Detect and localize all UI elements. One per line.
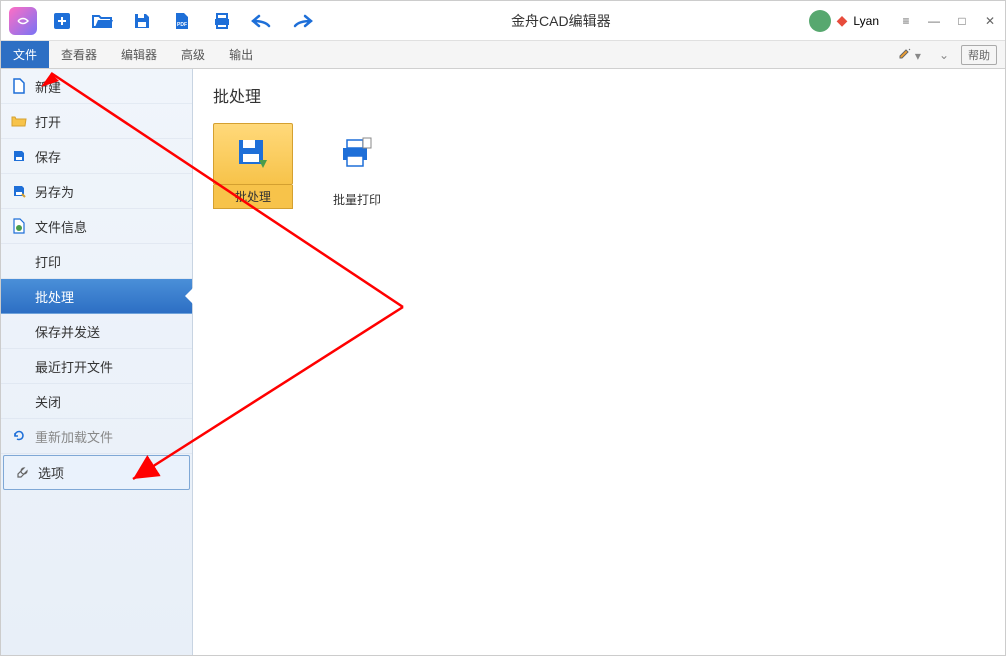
content-title: 批处理 bbox=[213, 83, 985, 107]
batch-print-icon bbox=[317, 123, 397, 185]
menubar: 文件 查看器 编辑器 高级 输出 ▾ ⌄ 帮助 bbox=[1, 41, 1005, 69]
reload-icon bbox=[11, 428, 27, 444]
file-new-icon bbox=[11, 78, 27, 94]
tile-grid: 批处理 批量打印 bbox=[213, 123, 985, 209]
sidebar-item-savesend[interactable]: 保存并发送 bbox=[1, 314, 192, 349]
app-logo-icon bbox=[9, 7, 37, 35]
sidebar-label: 新建 bbox=[35, 77, 61, 96]
menu-editor[interactable]: 编辑器 bbox=[109, 41, 169, 68]
sidebar-label: 保存 bbox=[35, 147, 61, 166]
wrench-icon bbox=[14, 465, 30, 481]
file-info-icon bbox=[11, 218, 27, 234]
batch-save-icon bbox=[213, 123, 293, 185]
sidebar-item-options[interactable]: 选项 bbox=[3, 455, 190, 490]
user-area: ◆ Lyan bbox=[809, 10, 879, 32]
app-window: PDF 金舟CAD编辑器 ◆ Lyan ≡ — □ ✕ 文件 查 bbox=[0, 0, 1006, 656]
sidebar-item-new[interactable]: 新建 bbox=[1, 69, 192, 104]
sidebar-item-reload[interactable]: 重新加载文件 bbox=[1, 419, 192, 454]
print-icon[interactable] bbox=[211, 10, 233, 32]
user-avatar-icon[interactable] bbox=[809, 10, 831, 32]
sidebar-label: 保存并发送 bbox=[35, 322, 100, 341]
export-pdf-icon[interactable]: PDF bbox=[171, 10, 193, 32]
sidebar-item-save[interactable]: 保存 bbox=[1, 139, 192, 174]
sidebar-label: 选项 bbox=[38, 463, 64, 482]
help-button[interactable]: 帮助 bbox=[961, 45, 997, 65]
menu-icon[interactable]: ≡ bbox=[899, 14, 913, 28]
sidebar-label: 文件信息 bbox=[35, 217, 87, 236]
close-icon[interactable]: ✕ bbox=[983, 14, 997, 28]
tile-label: 批处理 bbox=[235, 190, 271, 204]
sidebar-item-saveas[interactable]: 另存为 bbox=[1, 174, 192, 209]
sidebar-item-fileinfo[interactable]: 文件信息 bbox=[1, 209, 192, 244]
app-title: 金舟CAD编辑器 bbox=[313, 11, 809, 31]
tile-batch-print[interactable]: 批量打印 bbox=[317, 123, 397, 209]
minimize-icon[interactable]: — bbox=[927, 14, 941, 28]
sidebar-label: 重新加载文件 bbox=[35, 427, 113, 446]
menu-output[interactable]: 输出 bbox=[217, 41, 265, 68]
window-controls: ≡ — □ ✕ bbox=[899, 14, 997, 28]
save-as-icon bbox=[11, 183, 27, 199]
quick-toolbar: PDF bbox=[51, 10, 313, 32]
menu-viewer[interactable]: 查看器 bbox=[49, 41, 109, 68]
chevron-down-icon[interactable]: ⌄ bbox=[933, 48, 955, 62]
pen-dropdown-icon[interactable]: ▾ bbox=[892, 46, 927, 63]
content-panel: 批处理 批处理 批量打印 bbox=[193, 69, 1005, 655]
sidebar-label: 打开 bbox=[35, 112, 61, 131]
sidebar-label: 打印 bbox=[35, 252, 61, 271]
sidebar-item-open[interactable]: 打开 bbox=[1, 104, 192, 139]
username: Lyan bbox=[853, 14, 879, 28]
sidebar-label: 批处理 bbox=[35, 287, 74, 306]
folder-open-icon bbox=[11, 113, 27, 129]
save-icon bbox=[11, 148, 27, 164]
sidebar-label: 最近打开文件 bbox=[35, 357, 113, 376]
new-file-icon[interactable] bbox=[51, 10, 73, 32]
sidebar-label: 另存为 bbox=[35, 182, 74, 201]
svg-text:PDF: PDF bbox=[177, 22, 187, 28]
sidebar-item-batch[interactable]: 批处理 bbox=[1, 279, 192, 314]
sidebar-item-close[interactable]: 关闭 bbox=[1, 384, 192, 419]
vip-diamond-icon: ◆ bbox=[837, 12, 848, 29]
sidebar-label: 关闭 bbox=[35, 392, 61, 411]
menu-file[interactable]: 文件 bbox=[1, 41, 49, 68]
undo-icon[interactable] bbox=[251, 10, 273, 32]
redo-icon[interactable] bbox=[291, 10, 313, 32]
tile-batch[interactable]: 批处理 bbox=[213, 123, 293, 209]
maximize-icon[interactable]: □ bbox=[955, 14, 969, 28]
menu-advanced[interactable]: 高级 bbox=[169, 41, 217, 68]
save-icon[interactable] bbox=[131, 10, 153, 32]
tile-label: 批量打印 bbox=[333, 191, 381, 208]
titlebar: PDF 金舟CAD编辑器 ◆ Lyan ≡ — □ ✕ bbox=[1, 1, 1005, 41]
sidebar-item-print[interactable]: 打印 bbox=[1, 244, 192, 279]
file-sidebar: 新建 打开 保存 另存为 文件信息 打印 bbox=[1, 69, 193, 655]
sidebar-item-recent[interactable]: 最近打开文件 bbox=[1, 349, 192, 384]
open-folder-icon[interactable] bbox=[91, 10, 113, 32]
